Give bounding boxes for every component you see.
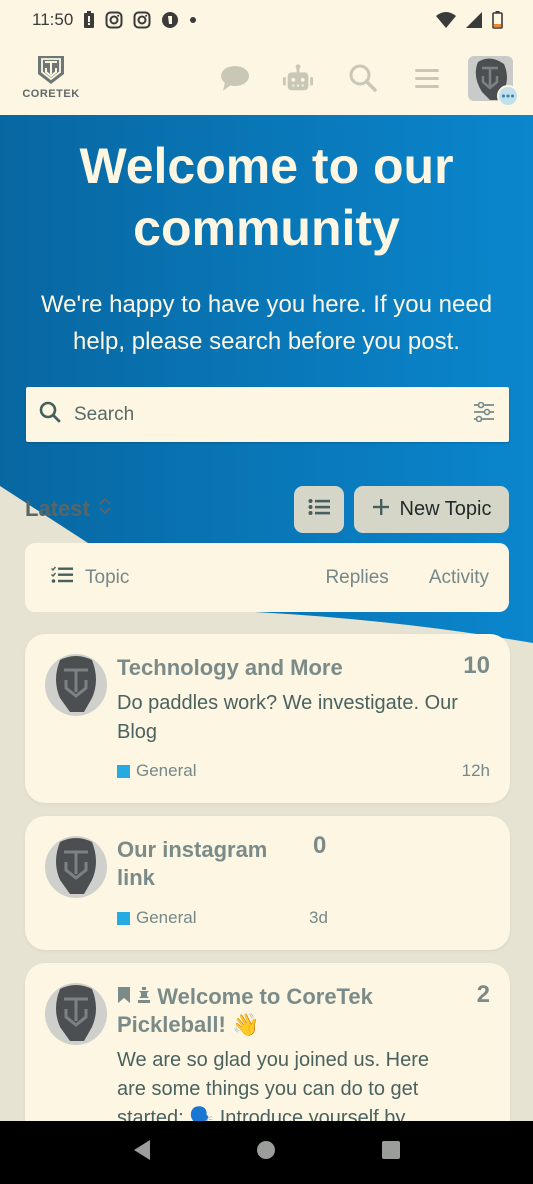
topic-title[interactable]: Technology and More	[117, 654, 343, 682]
search-bar	[26, 387, 509, 442]
reply-count: 10	[463, 652, 490, 679]
paddle-avatar-icon	[56, 838, 96, 894]
site-header: CORETEK	[0, 40, 533, 115]
reply-count: 0	[313, 832, 327, 859]
topic-excerpt: We are so glad you joined us. Here are s…	[117, 1049, 430, 1129]
category-color-swatch	[117, 911, 130, 925]
topic-list-header: Topic Replies Activity	[25, 543, 509, 612]
category-name: General	[136, 908, 197, 927]
instagram-icon	[133, 11, 151, 29]
back-icon[interactable]	[132, 1139, 152, 1166]
dot-icon	[189, 16, 197, 24]
topic-card[interactable]: Our instagram link 0 General 3d	[25, 816, 510, 950]
category-color-swatch	[117, 764, 130, 778]
activity-age[interactable]: 3d	[309, 908, 328, 928]
plus-icon	[372, 498, 390, 522]
coretek-shield-icon	[38, 56, 64, 84]
column-replies[interactable]: Replies	[325, 567, 388, 589]
category-badge[interactable]: General	[117, 908, 196, 928]
signal-icon	[466, 12, 482, 28]
topic-title-text: Welcome to CoreTek Pickleball! 👋	[117, 984, 373, 1037]
sort-dropdown[interactable]: Latest	[25, 496, 112, 522]
hero-subtitle: We're happy to have you here. If you nee…	[40, 291, 493, 355]
paddle-avatar-icon	[56, 985, 96, 1041]
chat-icon[interactable]	[219, 62, 251, 94]
search-icon[interactable]	[347, 62, 379, 94]
pin-icon	[137, 984, 151, 1009]
sort-label: Latest	[25, 496, 90, 521]
robot-icon[interactable]	[282, 62, 314, 94]
user-avatar-button[interactable]	[468, 56, 519, 107]
search-icon	[38, 400, 62, 429]
hamburger-menu-icon[interactable]	[411, 62, 443, 94]
app-notification-icon	[161, 11, 179, 29]
column-activity[interactable]: Activity	[429, 567, 489, 589]
column-topic[interactable]: Topic	[51, 566, 325, 590]
list-view-icon	[308, 498, 330, 521]
column-topic-label: Topic	[85, 566, 130, 588]
battery-alert-icon	[83, 11, 95, 29]
new-topic-button[interactable]: New Topic	[354, 486, 509, 533]
paddle-avatar-icon	[56, 656, 96, 712]
wifi-icon	[436, 12, 456, 28]
instagram-icon	[105, 11, 123, 29]
author-avatar[interactable]	[45, 983, 107, 1045]
status-time: 11:50	[32, 10, 74, 29]
search-filter-icon[interactable]	[473, 401, 495, 427]
activity-age[interactable]: 12h	[462, 761, 490, 781]
android-nav-bar	[0, 1121, 533, 1184]
hero-title: Welcome to our community	[79, 138, 454, 256]
reply-count: 2	[476, 981, 490, 1008]
author-avatar[interactable]	[45, 654, 107, 716]
new-topic-label: New Topic	[399, 498, 492, 520]
chat-bubble-dots-icon	[497, 85, 519, 107]
topic-excerpt: Do paddles work? We investigate. Our Blo…	[117, 692, 458, 743]
search-input[interactable]	[74, 403, 473, 426]
battery-low-icon	[492, 11, 503, 29]
recents-icon[interactable]	[381, 1140, 401, 1165]
category-name: General	[136, 761, 197, 780]
category-badge[interactable]: General	[117, 761, 196, 781]
bulk-select-icon[interactable]	[51, 566, 73, 590]
author-avatar[interactable]	[45, 836, 107, 898]
home-icon[interactable]	[256, 1140, 276, 1165]
view-toggle-button[interactable]	[294, 486, 344, 533]
bookmark-icon	[117, 984, 131, 1009]
topic-card[interactable]: Technology and More 10 Do paddles work? …	[25, 634, 510, 803]
status-bar: 11:50	[0, 0, 533, 40]
topic-title[interactable]: Our instagram link	[117, 836, 287, 892]
topic-title[interactable]: Welcome to CoreTek Pickleball! 👋	[117, 983, 417, 1039]
site-logo[interactable]: CORETEK	[18, 54, 84, 102]
logo-text: CORETEK	[22, 88, 80, 100]
chevron-up-down-icon	[98, 496, 112, 522]
